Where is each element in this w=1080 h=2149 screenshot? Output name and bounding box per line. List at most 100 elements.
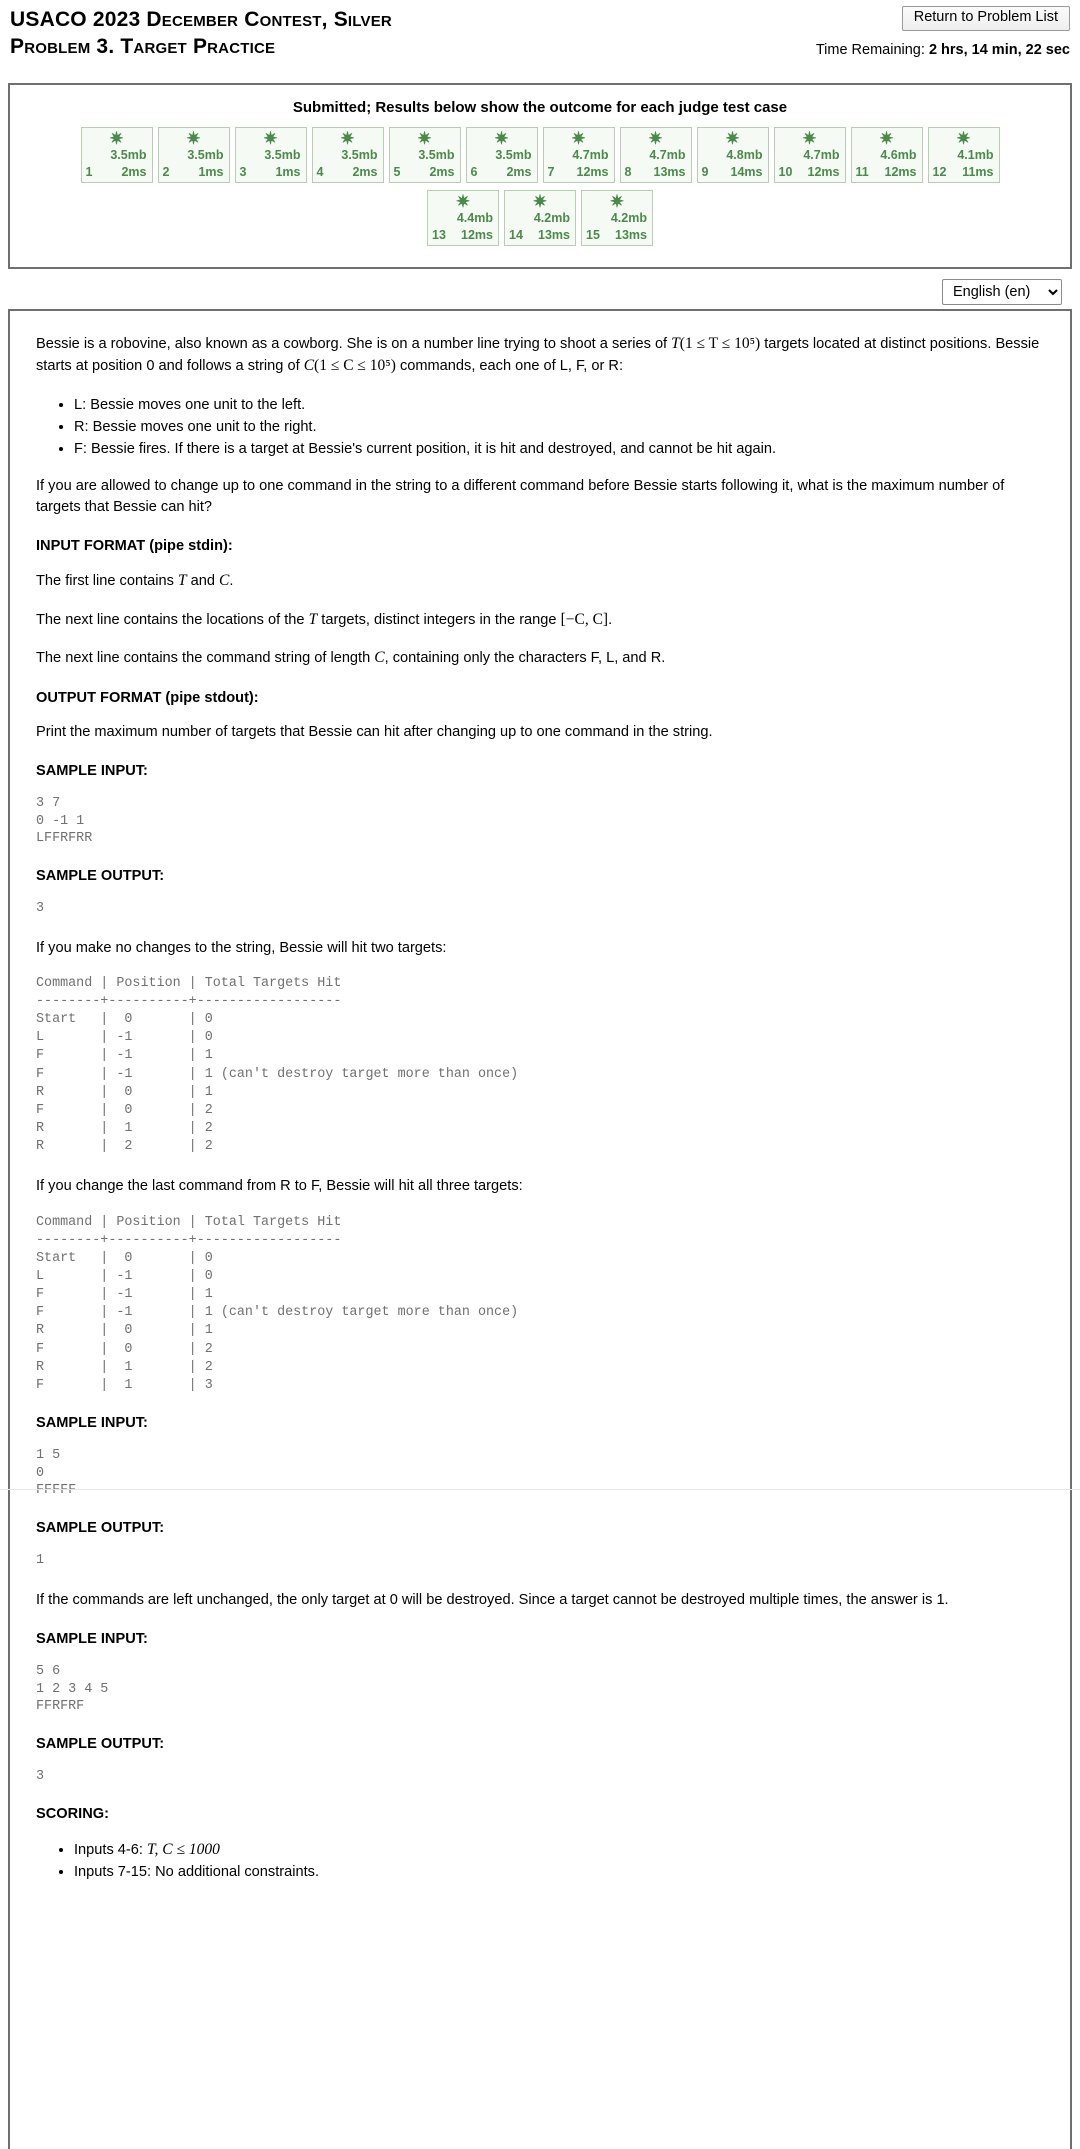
input-line-1-a: The first line contains [36,573,178,590]
input-line-1-b: and [186,573,220,590]
testcase-pass-star-icon: ✷ [725,128,740,148]
sample-output-block-3: 3 [36,1769,45,1785]
testcase-memory: 3.5mb [418,147,455,162]
testcase-result-3[interactable]: ✷ 3.5mb 3 1ms [234,126,307,183]
testcase-result-2[interactable]: ✷ 3.5mb 2 1ms [157,126,230,183]
testcase-time: 12ms [461,227,493,242]
testcase-result-8[interactable]: ✷ 4.7mb 8 13ms [619,126,692,183]
testcase-result-9[interactable]: ✷ 4.8mb 9 14ms [696,126,769,183]
testcase-row-1: ✷ 3.5mb 1 2ms ✷ 3.5mb 2 1ms ✷ 3.5mb 3 1ms ✷ 3.5mb 4 2ms… [16,126,1064,183]
testcase-pass-star-icon: ✷ [879,128,894,148]
testcase-number: 15 [586,227,600,242]
testcase-pass-star-icon: ✷ [263,128,278,148]
input-line-3: The next line contains the command strin… [36,647,1044,669]
intro-text-3: commands, each one of L, F, or R: [395,358,624,375]
testcase-result-15[interactable]: ✷ 4.2mb 15 13ms [581,189,653,246]
explanation-1: If you make no changes to the string, Be… [36,939,447,956]
testcase-time: 2ms [352,164,378,179]
testcase-result-4[interactable]: ✷ 3.5mb 4 2ms [311,126,384,183]
trace-table-1: Command | Position | Total Targets Hit -… [36,975,519,1155]
testcase-result-10[interactable]: ✷ 4.7mb 10 12ms [773,126,846,183]
testcase-memory: 4.6mb [880,147,917,162]
testcase-memory: 4.7mb [803,147,840,162]
testcase-number: 5 [393,164,401,179]
testcase-result-7[interactable]: ✷ 4.7mb 7 12ms [542,126,615,183]
testcase-memory: 3.5mb [341,147,378,162]
testcase-result-12[interactable]: ✷ 4.1mb 12 11ms [927,126,1000,183]
command-list-item: F: Bessie fires. If there is a target at… [74,438,1044,460]
command-list-item: R: Bessie moves one unit to the right. [74,416,1044,438]
scoring-list: Inputs 4-6: T, C ≤ 1000 Inputs 7-15: No a… [36,1838,1044,1884]
input-line-2-range: [−C, C] [560,610,609,628]
scoring-item-text: Inputs 4-6: [74,1841,148,1858]
intro-text-1: Bessie is a robovine, also known as a co… [36,335,672,352]
time-remaining-value: 2 hrs, 14 min, 22 sec [928,41,1070,58]
page-header: USACO 2023 December Contest, Silver Prob… [0,0,1080,61]
input-line-3-b: , containing only the characters F, L, a… [384,650,666,667]
testcase-pass-star-icon: ✷ [455,191,471,211]
input-line-1-c: . [229,573,234,590]
testcase-time: 1ms [275,164,301,179]
sample-output-heading-1: SAMPLE OUTPUT: [36,867,165,884]
testcase-memory: 4.1mb [957,147,994,162]
testcase-pass-star-icon: ✷ [571,128,586,148]
time-remaining: Time Remaining: 2 hrs, 14 min, 22 sec [816,42,1070,58]
scoring-list-item: Inputs 4-6: T, C ≤ 1000 [74,1838,1044,1862]
input-format-heading: INPUT FORMAT (pipe stdin): [36,538,233,555]
testcase-memory: 4.2mb [533,210,570,225]
testcase-result-1[interactable]: ✷ 3.5mb 1 2ms [80,126,153,183]
testcase-memory: 3.5mb [110,147,147,162]
sample-input-block-2: 1 5 0 FFFFF [36,1448,77,1499]
testcase-pass-star-icon: ✷ [956,128,971,148]
sample-input-block-1: 3 7 0 -1 1 LFFRFRR [36,795,93,847]
input-line-1: The first line contains T and C. [36,570,1044,592]
output-format-description: Print the maximum number of targets that… [36,723,713,740]
testcase-pass-star-icon: ✷ [609,191,625,211]
range-C: (1 ≤ C ≤ 10⁵) [314,357,396,375]
command-list-item: L: Bessie moves one unit to the left. [74,394,1044,416]
testcase-pass-star-icon: ✷ [802,128,817,148]
input-line-2-var-T: T [308,610,318,628]
testcase-number: 8 [624,164,632,179]
title-block: USACO 2023 December Contest, Silver Prob… [10,4,392,61]
testcase-result-13[interactable]: ✷ 4.4mb 13 12ms [427,189,499,246]
header-meta: Return to Problem List Time Remaining: 2… [816,4,1070,58]
intro-paragraph: Bessie is a robovine, also known as a co… [36,333,1044,378]
input-line-2: The next line contains the locations of … [36,609,1044,631]
testcase-row-2: ✷ 4.4mb 13 12ms ✷ 4.2mb 14 13ms ✷ 4.2mb 15 13ms [16,189,1064,246]
testcase-time: 12ms [884,164,917,179]
testcase-pass-star-icon: ✷ [494,128,509,148]
testcase-time: 12ms [576,164,609,179]
testcase-time: 13ms [615,227,647,242]
explanation-2: If you change the last command from R to… [36,1178,523,1195]
testcase-number: 4 [316,164,324,179]
testcase-time: 11ms [962,164,994,179]
output-format-heading: OUTPUT FORMAT (pipe stdout): [36,689,259,706]
testcase-time: 2ms [506,164,532,179]
language-select[interactable]: English (en) [942,278,1062,305]
testcase-result-11[interactable]: ✷ 4.6mb 11 12ms [850,126,923,183]
testcase-time: 13ms [653,164,686,179]
input-line-2-c: . [608,611,613,628]
page-title: Problem 3. Target Practice [10,35,276,59]
testcase-memory: 4.7mb [649,147,686,162]
testcase-time: 14ms [730,164,763,179]
testcase-number: 7 [547,164,555,179]
var-C: C [303,357,315,375]
testcase-number: 13 [432,227,446,242]
testcase-number: 11 [855,164,869,179]
testcase-pass-star-icon: ✷ [532,191,548,211]
testcase-result-5[interactable]: ✷ 3.5mb 5 2ms [388,126,461,183]
explanation-3: If the commands are left unchanged, the … [36,1591,949,1608]
testcase-number: 12 [932,164,947,179]
return-to-problem-list-button[interactable]: Return to Problem List [901,6,1070,31]
testcase-result-14[interactable]: ✷ 4.2mb 14 13ms [504,189,576,246]
testcase-result-6[interactable]: ✷ 3.5mb 6 2ms [465,126,538,183]
testcase-pass-star-icon: ✷ [340,128,355,148]
input-line-3-var-C: C [374,649,385,667]
sample-output-block-1: 3 [36,900,45,916]
sample-input-heading-3: SAMPLE INPUT: [36,1631,148,1648]
input-line-2-b: targets, distinct integers in the range [317,611,561,628]
testcase-memory: 3.5mb [264,147,301,162]
testcase-memory: 4.7mb [572,147,609,162]
